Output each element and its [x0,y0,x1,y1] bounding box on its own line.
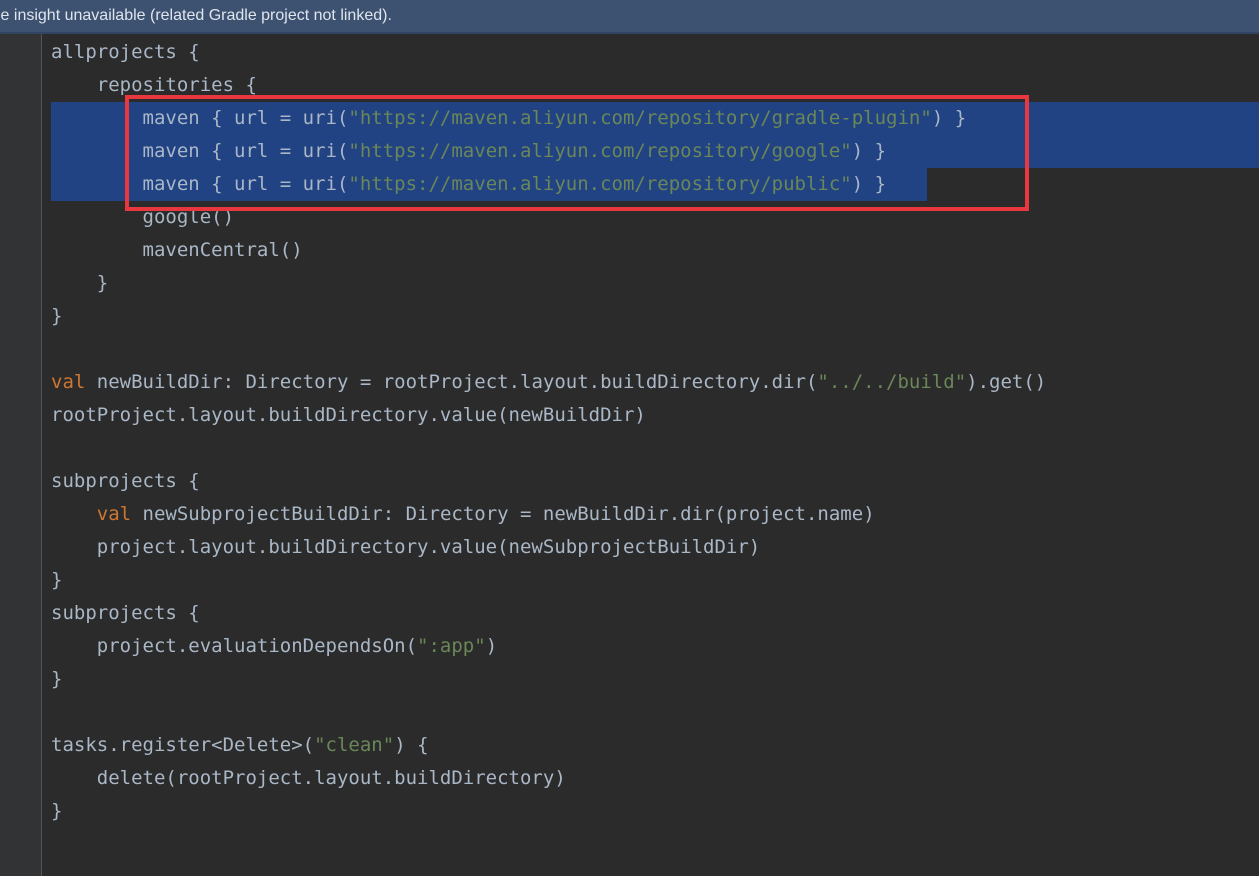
code-token: project.evaluationDependsOn( [51,635,418,657]
code-line[interactable]: } [51,267,108,300]
code-token: } [51,305,63,327]
code-line[interactable]: rootProject.layout.buildDirectory.value(… [51,399,646,432]
string-token: "clean" [314,734,395,756]
code-token: ).get() [966,371,1047,393]
code-token: newBuildDir: Directory = rootProject.lay… [85,371,818,393]
notification-banner[interactable]: le insight unavailable (related Gradle p… [0,0,1259,34]
code-line[interactable]: } [51,564,62,597]
code-token: mavenCentral() [51,239,303,261]
code-token: subprojects { [51,602,200,624]
code-token: ) { [394,734,429,756]
keyword-token: val [96,503,132,525]
string-token: ":app" [417,635,486,657]
code-token: repositories { [51,74,257,96]
code-token: } [51,668,63,690]
code-token: rootProject.layout.buildDirectory.value(… [51,404,646,426]
code-line[interactable]: } [51,663,62,696]
string-token: "../../build" [817,371,967,393]
code-token: subprojects { [51,470,200,492]
code-line[interactable]: val newBuildDir: Directory = rootProject… [51,366,1046,399]
code-token: } [51,800,63,822]
code-line[interactable]: subprojects { [51,465,200,498]
code-token: tasks.register<Delete>( [51,734,315,756]
code-line[interactable]: project.layout.buildDirectory.value(newS… [51,531,760,564]
line-number-gutter[interactable] [0,34,41,876]
code-token: delete(rootProject.layout.buildDirectory… [51,767,566,789]
code-line[interactable]: allprojects { [51,36,200,69]
code-line[interactable]: project.evaluationDependsOn(":app") [51,630,497,663]
code-token: } [51,569,63,591]
red-highlight-box [125,95,1029,211]
code-line[interactable]: delete(rootProject.layout.buildDirectory… [51,762,566,795]
code-line[interactable]: } [51,300,62,333]
code-line[interactable]: mavenCentral() [51,234,303,267]
keyword-token: val [51,371,86,393]
code-token: ) [485,635,498,657]
code-token: allprojects { [51,41,200,63]
code-token: newSubprojectBuildDir: Directory = newBu… [131,503,875,525]
notification-text: le insight unavailable (related Gradle p… [0,7,392,24]
code-token: } [51,272,109,294]
code-line[interactable]: subprojects { [51,597,200,630]
code-line[interactable]: tasks.register<Delete>("clean") { [51,729,429,762]
code-line[interactable]: val newSubprojectBuildDir: Directory = n… [51,498,875,531]
code-token: project.layout.buildDirectory.value(newS… [51,536,761,558]
code-line[interactable]: } [51,795,62,828]
